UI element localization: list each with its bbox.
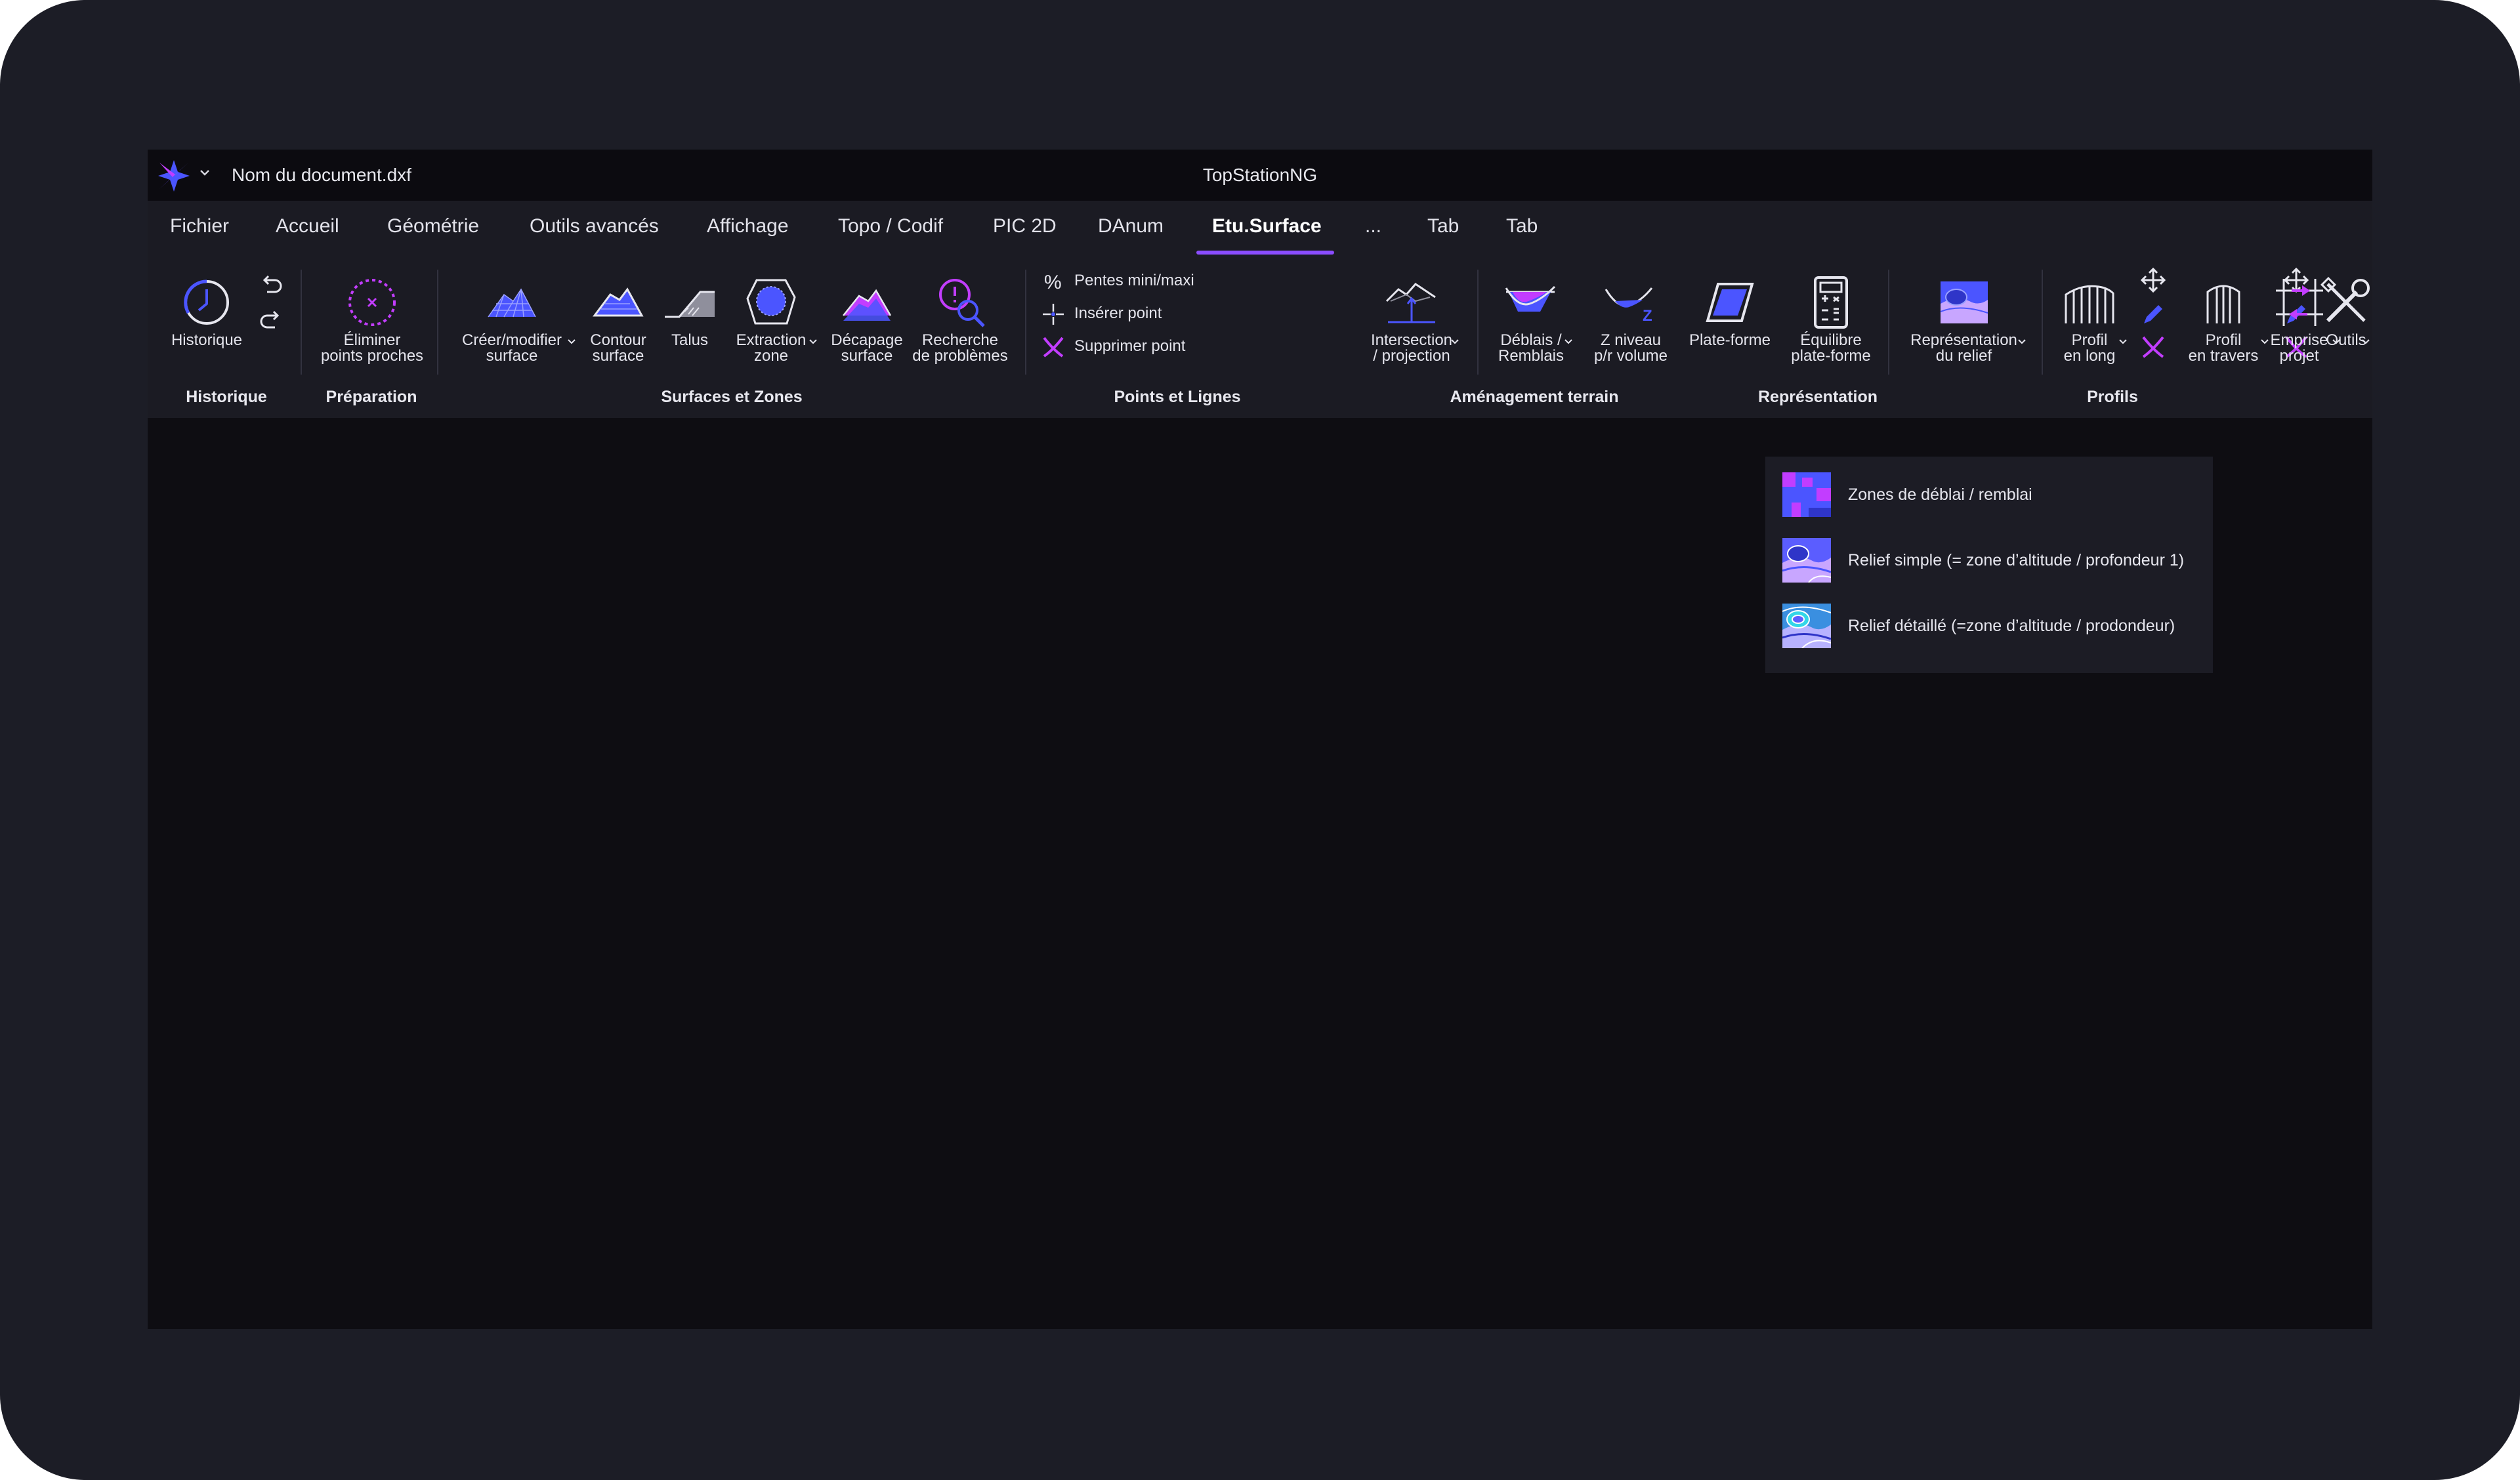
relief-map-icon [1940, 281, 1988, 323]
device-frame: Nom du document.dxf TopStationNG Fichier… [0, 0, 2520, 1480]
calculator-icon [1814, 276, 1848, 329]
tab-topo-codif[interactable]: Topo / Codif [838, 201, 943, 257]
svg-text:%: % [1044, 272, 1062, 293]
historique-label: Historique [171, 331, 243, 349]
eliminer-points-label: Éliminer points proches [320, 331, 424, 365]
emprise-projet-button[interactable]: Emprise projet [2268, 257, 2330, 381]
menu-item-label: Relief simple (= zone d’altitude / profo… [1848, 551, 2185, 569]
surface-stripping-icon [843, 289, 892, 321]
group-surfaces-zones: Surfaces et Zones [661, 388, 803, 406]
equilibre-plate-forme-button[interactable]: Équilibre plate-forme [1788, 257, 1874, 381]
recherche-problemes-button[interactable]: Recherche de problèmes [912, 257, 1008, 381]
supprimer-point-button[interactable]: Supprimer point [1041, 331, 1206, 360]
tab-pic-2d[interactable]: PIC 2D [993, 201, 1057, 257]
contour-surface-button[interactable]: Contour surface [583, 257, 654, 381]
group-historique: Historique [186, 388, 267, 406]
project-extent-icon [2275, 279, 2323, 326]
undo-icon[interactable] [258, 271, 284, 297]
menu-item-zones-deblai-remblai[interactable]: Zones de déblai / remblai [1782, 472, 2202, 518]
tab-more[interactable]: ... [1365, 201, 1381, 257]
group-profils: Profils [2087, 388, 2138, 406]
delete-point-icon [1043, 337, 1064, 358]
group-amenagement-terrain: Aménagement terrain [1450, 388, 1619, 406]
recherche-problemes-label: Recherche de problèmes [912, 331, 1008, 365]
history-clock-icon [184, 279, 229, 325]
detailed-relief-icon [1782, 604, 1831, 648]
ribbon-panel: Historique Éliminer points proches Créer… [148, 257, 2372, 418]
group-representation: Représentation [1758, 388, 1878, 406]
tab-outils-avances[interactable]: Outils avancés [530, 201, 659, 257]
app-window: Nom du document.dxf TopStationNG Fichier… [148, 150, 2372, 1329]
menu-item-relief-simple[interactable]: Relief simple (= zone d’altitude / profo… [1782, 538, 2202, 584]
tab-etu-surface[interactable]: Etu.Surface [1212, 201, 1322, 257]
equilibre-plate-forme-label: Équilibre plate-forme [1791, 331, 1871, 365]
deblais-remblais-button[interactable]: Déblais / Remblais [1492, 257, 1570, 381]
separator [1025, 270, 1026, 375]
intersection-projection-button[interactable]: Intersection / projection [1366, 257, 1458, 381]
simple-relief-icon [1782, 538, 1831, 583]
cross-profile-icon [2206, 285, 2240, 323]
group-preparation: Préparation [326, 388, 417, 406]
chevron-down-icon[interactable] [2017, 337, 2027, 347]
platform-icon [1706, 283, 1754, 322]
z-niveau-volume-button[interactable]: Z Z niveau p/r volume [1591, 257, 1670, 381]
representation-relief-button[interactable]: Représentation du relief [1906, 257, 2021, 381]
surface-mesh-icon [488, 288, 536, 318]
chevron-down-icon[interactable] [2331, 337, 2342, 347]
zone-extraction-icon [746, 279, 796, 325]
tab-affichage[interactable]: Affichage [707, 201, 789, 257]
pentes-label: Pentes mini/maxi [1074, 272, 1194, 289]
title-bar: Nom du document.dxf TopStationNG [148, 150, 2372, 201]
supprimer-point-label: Supprimer point [1074, 337, 1186, 355]
menu-item-relief-detaille[interactable]: Relief détaillé (=zone d’altitude / prod… [1782, 604, 2202, 649]
profil-en-long-label: Profil en long [2063, 331, 2116, 365]
intersection-projection-icon [1385, 283, 1436, 323]
surface-contour-icon [593, 287, 644, 317]
menu-item-label: Relief détaillé (=zone d’altitude / prod… [1848, 617, 2175, 635]
redo-icon[interactable] [258, 306, 284, 333]
pentes-mini-maxi-button[interactable]: % Pentes mini/maxi [1041, 266, 1206, 295]
cut-fill-zones-icon [1782, 472, 1831, 517]
slope-icon [665, 291, 715, 318]
insert-point-icon [1043, 304, 1064, 325]
cut-fill-icon [1505, 285, 1556, 312]
edit-pencil-icon[interactable] [2140, 301, 2166, 327]
creer-modifier-surface-button[interactable]: Créer/modifier surface [459, 257, 564, 381]
menu-item-label: Zones de déblai / remblai [1848, 485, 2032, 504]
ribbon-tabs: Fichier Accueil Géométrie Outils avancés… [148, 201, 2372, 257]
tab-fichier[interactable]: Fichier [170, 201, 229, 257]
problem-search-icon [939, 279, 985, 327]
intersection-projection-label: Intersection / projection [1370, 331, 1453, 365]
app-title: TopStationNG [1202, 165, 1318, 185]
tab-geometrie[interactable]: Géométrie [387, 201, 479, 257]
chevron-down-icon[interactable] [2361, 337, 2371, 347]
chevron-down-icon[interactable] [2118, 337, 2128, 347]
historique-button[interactable]: Historique [171, 257, 242, 381]
z-level-volume-icon: Z [1605, 287, 1653, 325]
long-profile-icon [2065, 285, 2114, 323]
active-tab-indicator [1196, 251, 1334, 255]
chevron-down-icon[interactable] [1450, 337, 1460, 347]
percent-icon: % [1044, 272, 1062, 293]
tab-tab-2[interactable]: Tab [1506, 201, 1538, 257]
inserer-point-label: Insérer point [1074, 304, 1162, 322]
extraction-zone-button[interactable]: Extraction zone [732, 257, 810, 381]
eliminate-points-icon [348, 279, 396, 326]
svg-text:Z: Z [1643, 307, 1652, 325]
tab-danum[interactable]: DAnum [1098, 201, 1164, 257]
plate-forme-button[interactable]: Plate-forme [1687, 257, 1773, 381]
tab-accueil[interactable]: Accueil [276, 201, 339, 257]
relief-representation-menu: Zones de déblai / remblai Relief simple … [1765, 457, 2213, 673]
group-points-lignes: Points et Lignes [1114, 388, 1241, 406]
tab-tab-1[interactable]: Tab [1427, 201, 1459, 257]
move-icon[interactable] [2140, 267, 2166, 293]
profil-en-long-button[interactable]: Profil en long [2055, 257, 2124, 381]
inserer-point-button[interactable]: Insérer point [1041, 298, 1206, 327]
eliminer-points-button[interactable]: Éliminer points proches [320, 257, 425, 381]
